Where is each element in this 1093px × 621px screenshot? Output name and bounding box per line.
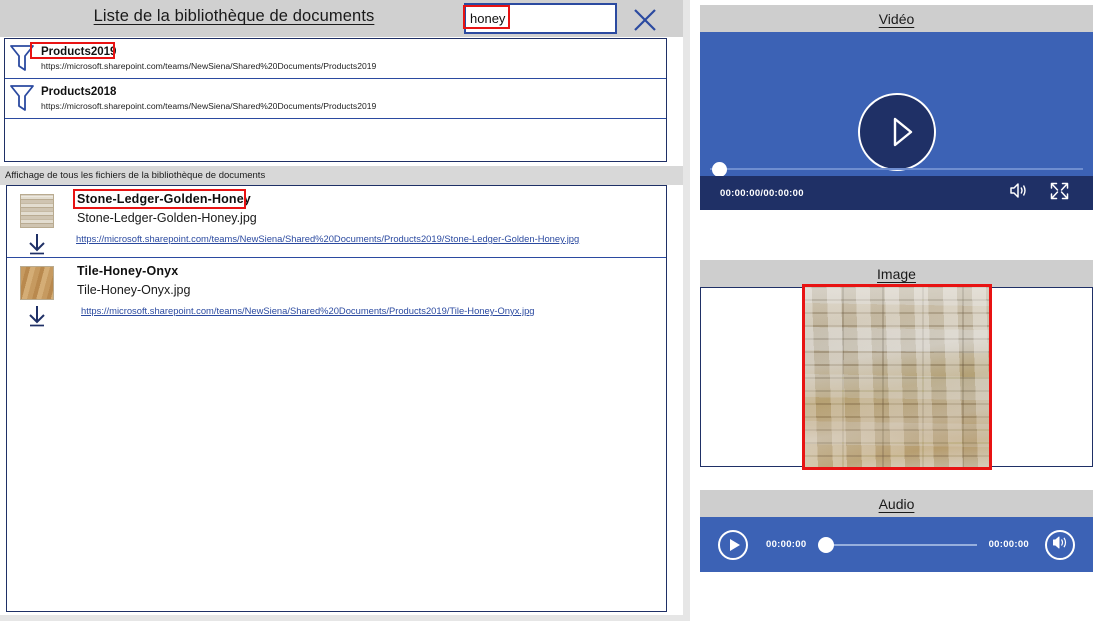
video-control-bar: 00:00:00/00:00:00: [700, 176, 1093, 210]
table-row[interactable]: Tile-Honey-Onyx Tile-Honey-Onyx.jpg http…: [7, 258, 666, 330]
list-item-empty: [5, 119, 666, 160]
download-icon[interactable]: [25, 232, 49, 256]
audio-play-button[interactable]: [718, 529, 748, 560]
file-name: Stone-Ledger-Golden-Honey.jpg: [77, 211, 257, 225]
file-url-link[interactable]: https://microsoft.sharepoint.com/teams/N…: [81, 305, 535, 316]
image-header-label: Image: [877, 265, 916, 282]
audio-total-time: 00:00:00: [988, 539, 1029, 550]
table-row[interactable]: Stone-Ledger-Golden-Honey Stone-Ledger-G…: [7, 186, 666, 258]
image-section-header: Image: [700, 260, 1093, 287]
file-list: Stone-Ledger-Golden-Honey Stone-Ledger-G…: [6, 185, 667, 612]
app-screen: Liste de la bibliothèque de documents ho…: [0, 0, 1093, 621]
audio-progress-track: [825, 543, 977, 546]
play-icon: [729, 538, 740, 551]
stone-ledger-image: [804, 286, 990, 468]
play-icon: [884, 115, 913, 149]
library-header: Liste de la bibliothèque de documents: [0, 0, 683, 37]
audio-progress-thumb[interactable]: [818, 536, 835, 553]
search-input[interactable]: [466, 5, 615, 32]
file-title: Tile-Honey-Onyx: [77, 264, 179, 278]
video-time-display: 00:00:00/00:00:00: [720, 187, 804, 199]
file-name: Tile-Honey-Onyx.jpg: [77, 283, 191, 297]
filter-list: Products2019 https://microsoft.sharepoin…: [4, 38, 667, 162]
filter-url: https://microsoft.sharepoint.com/teams/N…: [41, 60, 377, 71]
image-section: Image: [700, 260, 1093, 470]
download-icon[interactable]: [25, 304, 49, 328]
video-progress-slider[interactable]: [700, 162, 1093, 177]
funnel-icon: [9, 43, 35, 75]
document-library-panel: Liste de la bibliothèque de documents ho…: [0, 0, 683, 615]
media-preview-panel: Vidéo 00:00:00/00:00:00 Image Audio 00:0…: [690, 0, 1093, 621]
filter-url: https://microsoft.sharepoint.com/teams/N…: [41, 100, 377, 111]
filter-name: Products2019: [41, 45, 117, 58]
audio-section-header: Audio: [700, 490, 1093, 517]
funnel-icon: [9, 83, 35, 115]
video-player[interactable]: 00:00:00/00:00:00: [700, 32, 1093, 210]
list-item[interactable]: Products2019 https://microsoft.sharepoin…: [5, 39, 666, 79]
video-header-label: Vidéo: [878, 10, 915, 27]
volume-icon[interactable]: [1010, 182, 1029, 204]
audio-progress-slider[interactable]: [818, 536, 977, 553]
audio-header-label: Audio: [878, 495, 915, 512]
video-section-header: Vidéo: [700, 5, 1093, 32]
list-item[interactable]: Products2018 https://microsoft.sharepoin…: [5, 79, 666, 119]
video-play-button[interactable]: [857, 93, 936, 171]
video-section: Vidéo 00:00:00/00:00:00: [700, 5, 1093, 210]
audio-section: Audio 00:00:00 00:00:00: [700, 490, 1093, 572]
image-preview-box: [700, 284, 1093, 470]
status-text: Affichage de tous les fichiers de la bib…: [5, 170, 266, 181]
search-field-wrapper[interactable]: [464, 3, 617, 34]
file-title: Stone-Ledger-Golden-Honey: [77, 192, 251, 206]
video-progress-thumb[interactable]: [712, 162, 727, 177]
file-thumbnail: [20, 266, 54, 300]
filter-name: Products2018: [41, 85, 117, 98]
video-progress-track: [710, 168, 1083, 170]
file-url-link[interactable]: https://microsoft.sharepoint.com/teams/N…: [76, 233, 579, 244]
audio-volume-button[interactable]: [1045, 529, 1075, 560]
audio-current-time: 00:00:00: [766, 539, 807, 550]
fullscreen-icon[interactable]: [1050, 182, 1069, 205]
file-thumbnail: [20, 194, 54, 228]
audio-player: 00:00:00 00:00:00: [700, 517, 1093, 572]
close-icon[interactable]: [630, 4, 660, 34]
volume-icon: [1052, 535, 1069, 555]
status-strip: Affichage de tous les fichiers de la bib…: [0, 166, 683, 185]
